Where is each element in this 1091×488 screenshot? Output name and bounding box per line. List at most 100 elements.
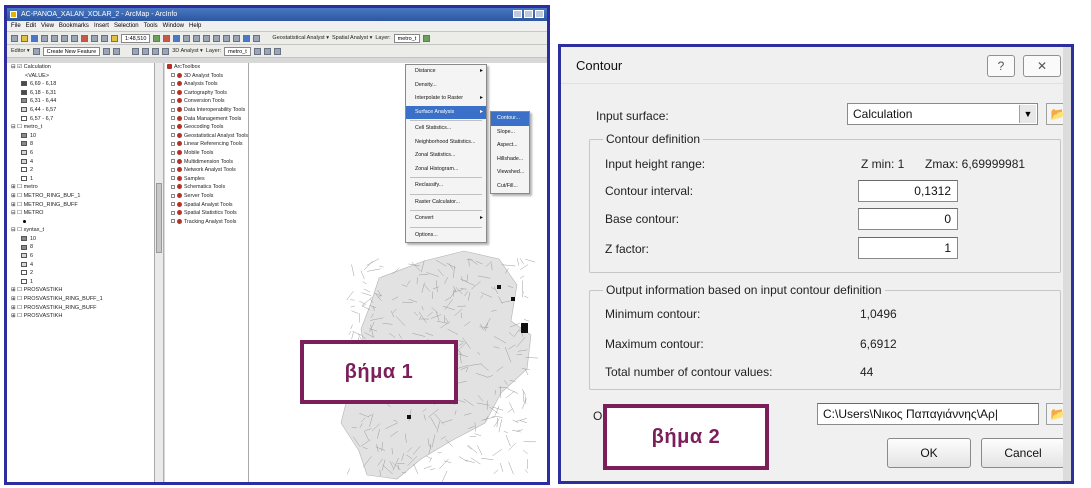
expand-icon[interactable] xyxy=(171,184,175,189)
toc-row[interactable]: ⊞ ☐ PROSVASTIKH xyxy=(7,286,154,295)
toolbox-item[interactable]: Tracking Analyst Tools xyxy=(165,218,248,227)
chevron-down-icon[interactable]: ▼ xyxy=(1019,105,1036,123)
menu-file[interactable]: File xyxy=(11,21,21,31)
menu-edit[interactable]: Edit xyxy=(26,21,36,31)
menu-item-density[interactable]: Density... xyxy=(406,79,486,93)
expand-icon[interactable] xyxy=(171,90,175,95)
toolbox-item[interactable]: Linear Referencing Tools xyxy=(165,140,248,149)
menu-item-reclassify[interactable]: Reclassify... xyxy=(406,179,486,193)
toc-row[interactable]: 6 xyxy=(7,149,154,158)
3d-layer-select[interactable]: metro_t xyxy=(224,46,251,56)
toc-row[interactable]: ⊞ ☐ metro xyxy=(7,183,154,192)
cut-icon[interactable] xyxy=(51,34,58,42)
toolbox-icon[interactable] xyxy=(163,34,171,42)
menu-item-convert[interactable]: Convert xyxy=(406,212,486,226)
expand-icon[interactable] xyxy=(171,107,175,112)
expand-icon[interactable] xyxy=(171,81,175,86)
toc-row[interactable]: 6,57 - 6,7 xyxy=(7,115,154,124)
profile-icon[interactable] xyxy=(263,47,271,55)
menu-help[interactable]: Help xyxy=(189,21,201,31)
menu-window[interactable]: Window xyxy=(163,21,184,31)
toolbox-root[interactable]: ArcToolbox xyxy=(165,63,248,72)
toc-row[interactable]: 4 xyxy=(7,158,154,167)
toc-row[interactable]: ⊟ ☑ Calculation xyxy=(7,63,154,72)
menu-item-slope[interactable]: Slope... xyxy=(491,126,529,140)
toc-row[interactable]: ⊞ ☐ PROSVASTIKH_RING_BUFF_1 xyxy=(7,295,154,304)
toolbox-item[interactable]: 3D Analyst Tools xyxy=(165,72,248,81)
output-path-input[interactable]: C:\Users\Νικος Παπαγιάννης\Αρ| xyxy=(817,403,1039,425)
edit-tool-icon[interactable] xyxy=(32,47,40,55)
expand-icon[interactable] xyxy=(171,124,175,129)
open-icon[interactable] xyxy=(21,34,28,42)
toolbox-item[interactable]: Data Interoperability Tools xyxy=(165,106,248,115)
pan-icon[interactable] xyxy=(203,34,211,42)
expand-icon[interactable] xyxy=(171,167,175,172)
menu-item-zonal-histogram[interactable]: Zonal Histogram... xyxy=(406,163,486,177)
toolbox-item[interactable]: Samples xyxy=(165,175,248,184)
toc-row[interactable]: 6,69 - 6,18 xyxy=(7,80,154,89)
arctoolbox-panel[interactable]: ArcToolbox 3D Analyst Tools Analysis Tool… xyxy=(165,63,249,482)
expand-icon[interactable] xyxy=(171,193,175,198)
menu-item-hillshade[interactable]: Hillshade... xyxy=(491,153,529,167)
table-of-contents[interactable]: ⊟ ☑ Calculation <VALUE> 6,69 - 6,18 6,18 - … xyxy=(7,63,155,482)
menu-item-distance[interactable]: Distance xyxy=(406,65,486,79)
toolbox-item[interactable]: Analysis Tools xyxy=(165,80,248,89)
font-icon[interactable] xyxy=(162,47,170,55)
toc-row[interactable]: 8 xyxy=(7,243,154,252)
map-scale-select[interactable]: 1:48,510 xyxy=(121,33,151,43)
toc-scrollbar[interactable] xyxy=(155,63,164,482)
command-line-icon[interactable] xyxy=(173,34,181,42)
expand-icon[interactable] xyxy=(171,219,175,224)
toc-row[interactable]: 1 xyxy=(7,175,154,184)
toc-row[interactable]: ⊞ ☐ PROSVASTIKH xyxy=(7,312,154,321)
toolbox-item[interactable]: Mobile Tools xyxy=(165,149,248,158)
toolbox-item[interactable]: Geostatistical Analyst Tools xyxy=(165,132,248,141)
expand-icon[interactable] xyxy=(171,159,175,164)
histogram-icon[interactable] xyxy=(423,34,431,42)
toolbox-item[interactable]: Cartography Tools xyxy=(165,89,248,98)
toolbox-item[interactable]: Data Management Tools xyxy=(165,115,248,124)
toc-row[interactable]: 10 xyxy=(7,235,154,244)
expand-icon[interactable] xyxy=(171,141,175,146)
toc-row[interactable] xyxy=(7,218,154,227)
toc-row[interactable]: ⊟ ☐ metro_t xyxy=(7,123,154,132)
menu-item-options[interactable]: Options... xyxy=(406,229,486,243)
expand-icon[interactable] xyxy=(171,73,175,78)
undo-icon[interactable] xyxy=(91,34,98,42)
menu-item-cut-fill[interactable]: Cut/Fill... xyxy=(491,180,529,194)
toc-row[interactable]: ⊞ ☐ METRO_RING_BUF_1 xyxy=(7,192,154,201)
menu-item-viewshed[interactable]: Viewshed... xyxy=(491,166,529,180)
expand-icon[interactable] xyxy=(171,98,175,103)
menu-item-zonal-statistics[interactable]: Zonal Statistics... xyxy=(406,149,486,163)
menu-item-surface-analysis[interactable]: Surface Analysis xyxy=(406,105,486,119)
menu-tools[interactable]: Tools xyxy=(144,21,158,31)
toc-row[interactable]: ⊞ ☐ PROSVASTIKH_RING_BUFF xyxy=(7,304,154,313)
expand-icon[interactable] xyxy=(171,116,175,121)
expand-icon[interactable] xyxy=(171,133,175,138)
redo-icon[interactable] xyxy=(101,34,108,42)
measure-icon[interactable] xyxy=(243,34,251,42)
toc-row[interactable]: <VALUE> xyxy=(7,72,154,81)
interpolate-line-icon[interactable] xyxy=(253,47,261,55)
editor-toolbar-icon[interactable] xyxy=(153,34,161,42)
toolbox-item[interactable]: Spatial Statistics Tools xyxy=(165,209,248,218)
menu-item-cell-statistics[interactable]: Cell Statistics... xyxy=(406,122,486,136)
print-icon[interactable] xyxy=(41,34,48,42)
menu-item-aspect[interactable]: Aspect... xyxy=(491,139,529,153)
menu-bookmarks[interactable]: Bookmarks xyxy=(59,21,89,31)
menu-item-interpolate-to-raster[interactable]: Interpolate to Raster xyxy=(406,92,486,106)
toolbox-item[interactable]: Schematics Tools xyxy=(165,183,248,192)
toc-row[interactable]: 10 xyxy=(7,132,154,141)
toc-row[interactable]: 6,18 - 6,31 xyxy=(7,89,154,98)
editor-menu[interactable]: Editor ▾ xyxy=(11,48,30,54)
toc-row[interactable]: 2 xyxy=(7,269,154,278)
toolbox-item[interactable]: Geocoding Tools xyxy=(165,123,248,132)
menu-selection[interactable]: Selection xyxy=(114,21,139,31)
menu-item-raster-calculator[interactable]: Raster Calculator... xyxy=(406,196,486,210)
input-surface-combo[interactable]: Calculation ▼ xyxy=(847,103,1038,125)
hyperlink-icon[interactable] xyxy=(253,34,261,42)
sketch-icon[interactable] xyxy=(103,47,111,55)
arrow-icon[interactable] xyxy=(132,47,140,55)
toc-row[interactable]: 1 xyxy=(7,278,154,287)
zoom-out-icon[interactable] xyxy=(193,34,201,42)
